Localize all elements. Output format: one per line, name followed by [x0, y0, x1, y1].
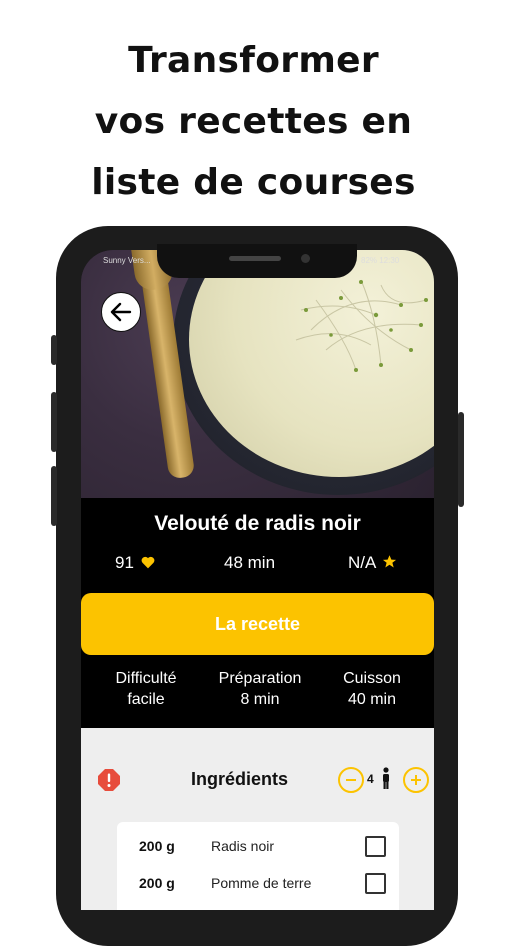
person-icon: [383, 767, 389, 789]
ingredients-panel: Ingrédients 4 200 g Radis noir 200 g Pom…: [81, 728, 434, 910]
preparation-value: 8 min: [240, 691, 280, 708]
ingredient-name: Pomme de terre: [211, 875, 312, 891]
likes-stat: 91: [115, 553, 155, 573]
headline-line-2: vos recettes en: [94, 101, 413, 142]
phone-mute-button: [51, 335, 57, 365]
increase-servings-button[interactable]: [403, 767, 429, 793]
ingredient-row: 200 g Radis noir: [117, 832, 399, 862]
arrow-left-icon: [110, 302, 132, 322]
minus-icon: [346, 779, 356, 781]
cooking-value: 40 min: [347, 691, 397, 708]
ingredient-quantity: 200 g: [139, 838, 175, 854]
ingredients-title: Ingrédients: [191, 769, 289, 789]
difficulty-info: Difficulté facile: [86, 668, 206, 710]
phone-camera: [301, 254, 310, 263]
ingredient-row: 200 g Pomme de terre: [117, 869, 399, 899]
alert-icon[interactable]: [97, 768, 121, 792]
heart-icon: [141, 556, 155, 569]
rating-stat: N/A: [348, 553, 397, 573]
cooking-label: Cuisson: [343, 670, 401, 687]
ingredient-checkbox[interactable]: [365, 836, 386, 857]
app-screen: Sunny Vers... 82% 12:30 Velouté de radis…: [81, 250, 434, 910]
phone-power-button: [458, 412, 464, 507]
ingredient-name: Radis noir: [211, 838, 275, 854]
status-bar-left: Sunny Vers...: [103, 256, 151, 265]
phone-volume-up-button: [51, 392, 57, 452]
phone-notch: [157, 244, 357, 278]
rating-value: N/A: [348, 553, 376, 572]
cooking-info: Cuisson 40 min: [312, 668, 432, 710]
headline-line-3: liste de courses: [91, 162, 416, 203]
status-bar-right: 82% 12:30: [361, 256, 400, 265]
recipe-title: Velouté de radis noir: [154, 512, 361, 535]
phone-speaker: [229, 256, 281, 261]
likes-count: 91: [115, 553, 134, 572]
view-recipe-button[interactable]: La recette: [81, 593, 434, 655]
preparation-label: Préparation: [218, 670, 302, 687]
ingredient-checkbox[interactable]: [365, 873, 386, 894]
back-button[interactable]: [101, 292, 141, 332]
phone-volume-down-button: [51, 466, 57, 526]
sprouts-garnish: [295, 279, 428, 372]
difficulty-value: facile: [127, 691, 165, 708]
ingredients-list: 200 g Radis noir 200 g Pomme de terre: [117, 822, 399, 910]
preparation-info: Préparation 8 min: [200, 668, 320, 710]
plus-icon: [411, 775, 421, 785]
servings-count: 4: [367, 772, 374, 786]
star-icon: [383, 555, 397, 568]
difficulty-label: Difficulté: [115, 670, 177, 687]
decrease-servings-button[interactable]: [338, 767, 364, 793]
recipe-hero-image: Sunny Vers... 82% 12:30: [81, 250, 434, 498]
headline-line-1: Transformer: [128, 40, 379, 81]
promo-headline: Transformer vos recettes en liste de cou…: [0, 30, 507, 213]
time-stat: 48 min: [224, 553, 276, 572]
ingredient-quantity: 200 g: [139, 875, 175, 891]
